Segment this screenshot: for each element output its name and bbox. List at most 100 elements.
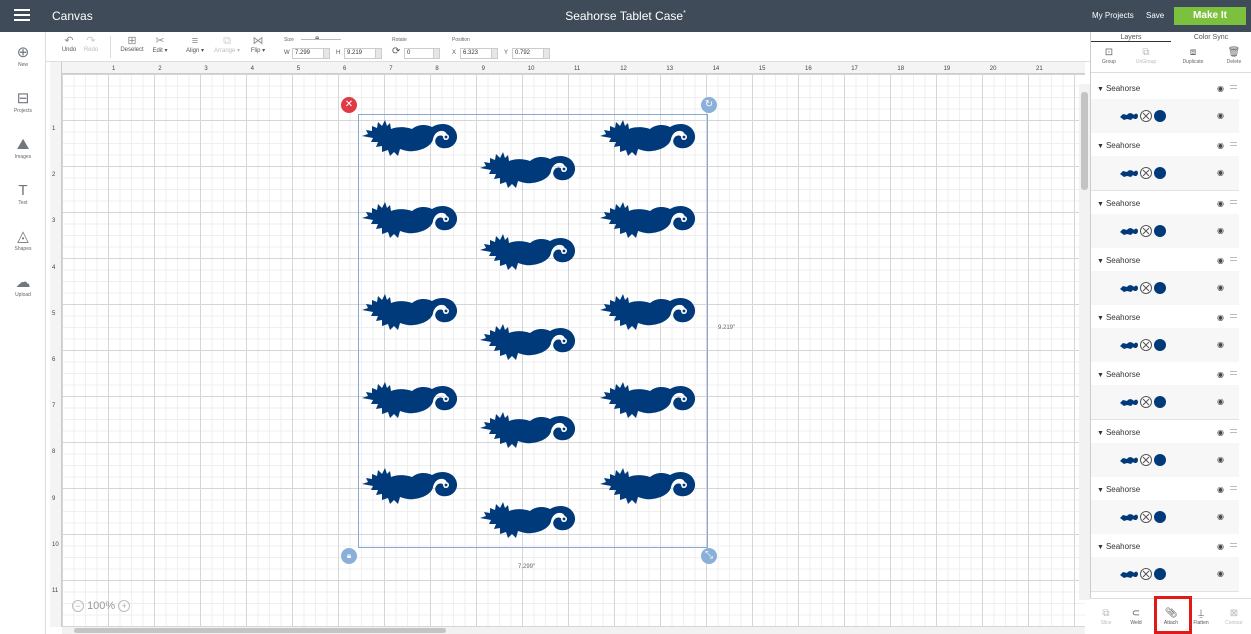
collapse-triangle-icon[interactable]: ▼ xyxy=(1097,143,1104,150)
layer-item[interactable]: ◉ xyxy=(1091,328,1239,363)
seahorse-shape[interactable] xyxy=(478,496,582,544)
layer-item[interactable]: ◉ xyxy=(1091,442,1239,477)
redo-button[interactable]: ↷ Redo xyxy=(82,35,100,53)
eye-icon[interactable]: ◉ xyxy=(1217,455,1224,464)
eye-icon[interactable]: ◉ xyxy=(1217,569,1224,578)
seahorse-shape[interactable] xyxy=(360,376,464,424)
drag-handle-icon[interactable] xyxy=(1230,428,1237,433)
align-menu[interactable]: ≡ Align ▾ xyxy=(182,35,208,54)
collapse-triangle-icon[interactable]: ▼ xyxy=(1097,372,1104,379)
layer-header[interactable]: ▼ Seahorse xyxy=(1097,256,1140,265)
eye-icon[interactable]: ◉ xyxy=(1217,199,1224,208)
hamburger-menu-icon[interactable] xyxy=(14,9,30,21)
drag-handle-icon[interactable] xyxy=(1230,199,1237,204)
layer-item[interactable]: ◉ xyxy=(1091,557,1239,592)
eye-icon[interactable]: ◉ xyxy=(1217,370,1224,379)
drag-handle-icon[interactable] xyxy=(1230,371,1237,376)
text-button[interactable]: T Text xyxy=(0,182,46,206)
drag-handle-icon[interactable] xyxy=(1230,256,1237,261)
delete-handle-icon[interactable]: ✕ xyxy=(341,97,357,113)
collapse-triangle-icon[interactable]: ▼ xyxy=(1097,430,1104,437)
layer-group[interactable]: ▼ Seahorse ◉ ◉ xyxy=(1091,477,1239,535)
zoom-in-icon[interactable]: + xyxy=(118,600,131,613)
layer-item[interactable]: ◉ xyxy=(1091,270,1239,305)
lock-aspect-icon[interactable]: 🔒︎ xyxy=(315,33,319,43)
slice-button[interactable]: ⧉ Slice xyxy=(1094,607,1118,626)
eye-icon[interactable]: ◉ xyxy=(1217,84,1224,93)
width-input[interactable]: 7.299 xyxy=(292,48,330,59)
drag-handle-icon[interactable] xyxy=(1230,314,1237,319)
layer-item[interactable]: ◉ xyxy=(1091,156,1239,191)
deselect-button[interactable]: ⊞ Deselect xyxy=(117,35,147,53)
height-stepper[interactable] xyxy=(375,49,381,58)
eye-icon[interactable]: ◉ xyxy=(1217,141,1224,150)
layer-header[interactable]: ▼ Seahorse xyxy=(1097,428,1140,437)
upload-button[interactable]: ☁ Upload xyxy=(0,274,46,298)
eye-icon[interactable]: ◉ xyxy=(1217,111,1224,120)
arrange-menu[interactable]: ⧉ Arrange ▾ xyxy=(210,35,244,54)
weld-button[interactable]: ⊂ Weld xyxy=(1124,607,1148,626)
layer-group[interactable]: ▼ Seahorse ◉ ◉ xyxy=(1091,248,1239,306)
images-button[interactable]: ⛰ Images xyxy=(0,136,46,160)
eye-icon[interactable]: ◉ xyxy=(1217,542,1224,551)
rotate-handle-icon[interactable]: ↻ xyxy=(701,97,717,113)
layer-header[interactable]: ▼ Seahorse xyxy=(1097,542,1140,551)
seahorse-shape[interactable] xyxy=(598,376,702,424)
vertical-scrollbar-thumb[interactable] xyxy=(1081,92,1088,190)
layer-item[interactable]: ◉ xyxy=(1091,500,1239,535)
seahorse-shape[interactable] xyxy=(598,462,702,510)
collapse-triangle-icon[interactable]: ▼ xyxy=(1097,544,1104,551)
layer-header[interactable]: ▼ Seahorse xyxy=(1097,141,1140,150)
duplicate-button[interactable]: ⧈ Duplicate xyxy=(1177,47,1209,65)
layer-item[interactable]: ◉ xyxy=(1091,213,1239,248)
horizontal-scrollbar-thumb[interactable] xyxy=(74,628,446,633)
seahorse-shape[interactable] xyxy=(478,146,582,194)
layer-header[interactable]: ▼ Seahorse xyxy=(1097,313,1140,322)
contour-button[interactable]: ⊠ Contour xyxy=(1222,607,1246,626)
height-input[interactable]: 9.219 xyxy=(344,48,382,59)
undo-button[interactable]: ↶ Undo xyxy=(60,35,78,53)
seahorse-shape[interactable] xyxy=(598,196,702,244)
drag-handle-icon[interactable] xyxy=(1230,486,1237,491)
layer-group[interactable]: ▼ Seahorse ◉ ◉ xyxy=(1091,305,1239,363)
width-stepper[interactable] xyxy=(323,49,329,58)
y-position-input[interactable]: 0.792 xyxy=(512,48,550,59)
collapse-triangle-icon[interactable]: ▼ xyxy=(1097,315,1104,322)
collapse-triangle-icon[interactable]: ▼ xyxy=(1097,201,1104,208)
y-stepper[interactable] xyxy=(543,49,549,58)
shapes-button[interactable]: ◬ Shapes xyxy=(0,228,46,252)
eye-icon[interactable]: ◉ xyxy=(1217,256,1224,265)
x-position-input[interactable]: 6.323 xyxy=(460,48,498,59)
layer-group[interactable]: ▼ Seahorse ◉ ◉ xyxy=(1091,362,1239,420)
horizontal-scrollbar[interactable] xyxy=(62,627,1085,634)
seahorse-shape[interactable] xyxy=(478,228,582,276)
layer-header[interactable]: ▼ Seahorse xyxy=(1097,370,1140,379)
layer-header[interactable]: ▼ Seahorse xyxy=(1097,84,1140,93)
seahorse-shape[interactable] xyxy=(478,406,582,454)
rotate-stepper[interactable] xyxy=(433,49,439,58)
layer-group[interactable]: ▼ Seahorse ◉ ◉ xyxy=(1091,133,1239,191)
seahorse-shape[interactable] xyxy=(598,114,702,162)
tab-layers[interactable]: Layers xyxy=(1091,34,1171,42)
x-stepper[interactable] xyxy=(491,49,497,58)
eye-icon[interactable]: ◉ xyxy=(1217,313,1224,322)
seahorse-shape[interactable] xyxy=(360,114,464,162)
eye-icon[interactable]: ◉ xyxy=(1217,226,1224,235)
layer-header[interactable]: ▼ Seahorse xyxy=(1097,199,1140,208)
flatten-button[interactable]: ⍊ Flatten xyxy=(1189,607,1213,626)
collapse-triangle-icon[interactable]: ▼ xyxy=(1097,258,1104,265)
collapse-triangle-icon[interactable]: ▼ xyxy=(1097,487,1104,494)
vertical-scrollbar[interactable] xyxy=(1079,84,1090,600)
ungroup-button[interactable]: ⧉ UnGroup xyxy=(1131,47,1161,65)
delete-button[interactable]: 🗑︎ Delete xyxy=(1221,47,1247,65)
zoom-out-icon[interactable]: − xyxy=(72,600,84,613)
group-button[interactable]: ⊡ Group xyxy=(1097,47,1121,65)
my-projects-link[interactable]: My Projects xyxy=(1092,11,1134,20)
resize-handle-icon[interactable]: ⤡ xyxy=(701,548,717,564)
eye-icon[interactable]: ◉ xyxy=(1217,168,1224,177)
seahorse-shape[interactable] xyxy=(360,462,464,510)
layer-item[interactable]: ◉ xyxy=(1091,99,1239,133)
eye-icon[interactable]: ◉ xyxy=(1217,397,1224,406)
drag-handle-icon[interactable] xyxy=(1230,85,1237,89)
edit-menu[interactable]: ✂ Edit ▾ xyxy=(148,35,172,54)
